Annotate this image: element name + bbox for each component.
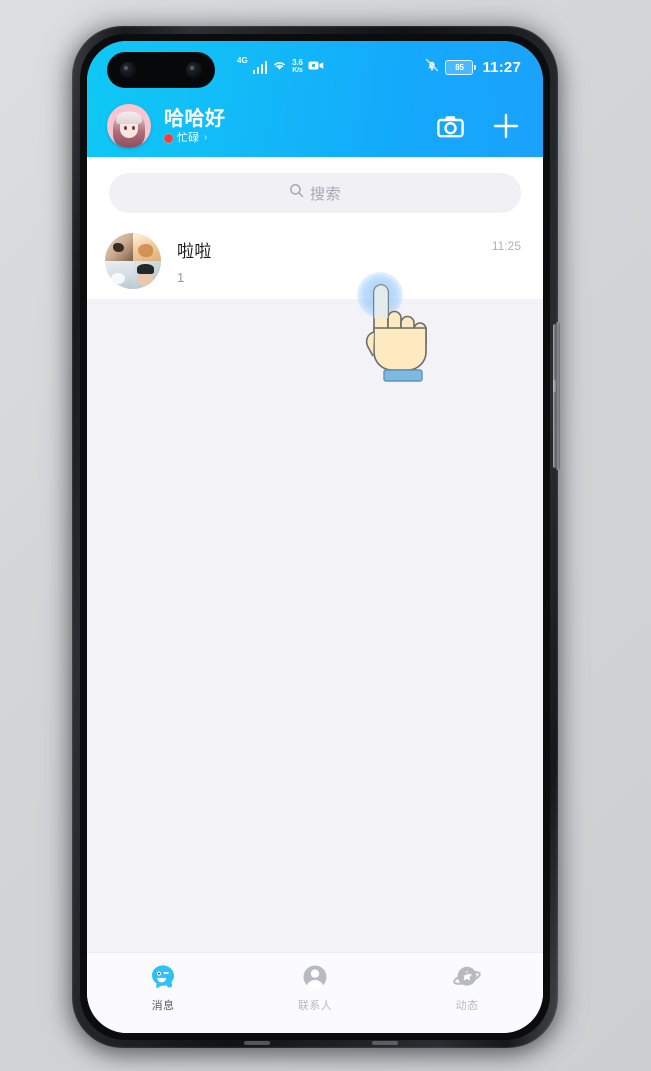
app-header: 哈哈好 忙碌 › xyxy=(87,95,543,157)
tab-messages[interactable]: 消息 xyxy=(87,961,239,1013)
chat-snippet: 1 xyxy=(177,270,185,285)
avatar-tile-1 xyxy=(105,233,133,261)
network-type-label: 4G xyxy=(237,56,248,65)
chat-row-texts: 啦啦 1 xyxy=(177,237,492,285)
battery-tip xyxy=(474,64,477,70)
profile-status-label: 忙碌 xyxy=(177,132,199,144)
front-camera-lens-right xyxy=(186,62,202,78)
profile-status-button[interactable]: 忙碌 › xyxy=(164,132,435,144)
avatar-eye-left xyxy=(124,126,127,130)
camera-icon xyxy=(436,115,464,138)
chat-list: 啦啦 1 11:25 xyxy=(87,223,543,299)
phone-screen: 4G 3.6 K/s 85 11:27 哈哈好 忙碌 › 搜索 啦啦 1 11:… xyxy=(87,41,543,1033)
avatar-eye-right xyxy=(132,126,135,130)
header-actions xyxy=(435,111,521,141)
search-area: 搜索 xyxy=(87,157,543,223)
moments-planet-icon xyxy=(451,961,483,993)
avatar-tile-4 xyxy=(133,261,161,289)
screen-body: 搜索 啦啦 1 11:25 消息 联系人 动态 xyxy=(87,157,543,1033)
punch-hole-camera-cutout xyxy=(107,52,215,88)
chat-title: 啦啦 xyxy=(177,242,212,261)
avatar-tile-3 xyxy=(105,261,133,289)
status-bar-clock: 11:27 xyxy=(482,58,521,76)
avatar-tile-2 xyxy=(133,233,161,261)
add-button[interactable] xyxy=(491,111,521,141)
group-avatar[interactable] xyxy=(105,233,161,289)
speaker-dimple-left xyxy=(244,1041,270,1045)
status-bar-right-group: 85 11:27 xyxy=(425,54,521,80)
speaker-dimple-right xyxy=(372,1041,398,1045)
search-placeholder: 搜索 xyxy=(309,185,341,203)
contacts-person-icon xyxy=(299,961,331,993)
bell-muted-icon xyxy=(425,58,439,77)
battery-indicator: 85 xyxy=(445,59,477,75)
avatar-bangs xyxy=(116,112,142,124)
tab-contacts-label: 联系人 xyxy=(297,1000,333,1012)
power-button[interactable] xyxy=(556,378,560,470)
tab-contacts[interactable]: 联系人 xyxy=(239,961,391,1013)
profile-nickname: 哈哈好 xyxy=(164,108,226,130)
network-speed-unit: K/s xyxy=(292,67,303,74)
front-camera-lens-left xyxy=(120,62,136,78)
status-bar: 4G 3.6 K/s 85 11:27 xyxy=(87,41,543,95)
wifi-icon xyxy=(272,58,287,76)
tab-messages-label: 消息 xyxy=(151,1000,175,1012)
profile-info: 哈哈好 忙碌 › xyxy=(164,108,435,144)
screenshot-root: 4G 3.6 K/s 85 11:27 哈哈好 忙碌 › 搜索 啦啦 1 11:… xyxy=(0,0,651,1071)
tab-moments[interactable]: 动态 xyxy=(391,961,543,1013)
camera-button[interactable] xyxy=(435,111,465,141)
network-speed-indicator: 3.6 K/s xyxy=(292,59,303,75)
chat-timestamp: 11:25 xyxy=(491,239,521,253)
network-speed-value: 3.6 xyxy=(292,58,303,67)
table-row[interactable]: 啦啦 1 11:25 xyxy=(87,223,543,299)
profile-avatar[interactable] xyxy=(107,104,151,148)
bottom-navigation: 消息 联系人 动态 xyxy=(87,952,543,1033)
chevron-right-icon: › xyxy=(204,132,208,143)
signal-bars-icon xyxy=(252,60,268,74)
status-dot-icon xyxy=(164,133,173,143)
qq-message-icon xyxy=(147,961,179,993)
status-bar-left-group: 4G 3.6 K/s xyxy=(237,54,324,80)
chat-list-empty-area xyxy=(87,299,543,952)
tab-moments-label: 动态 xyxy=(455,1000,479,1012)
screen-record-icon xyxy=(308,58,324,76)
plus-icon xyxy=(492,112,520,140)
battery-level-label: 85 xyxy=(455,62,464,72)
search-icon xyxy=(289,183,304,203)
search-input[interactable]: 搜索 xyxy=(109,173,521,213)
